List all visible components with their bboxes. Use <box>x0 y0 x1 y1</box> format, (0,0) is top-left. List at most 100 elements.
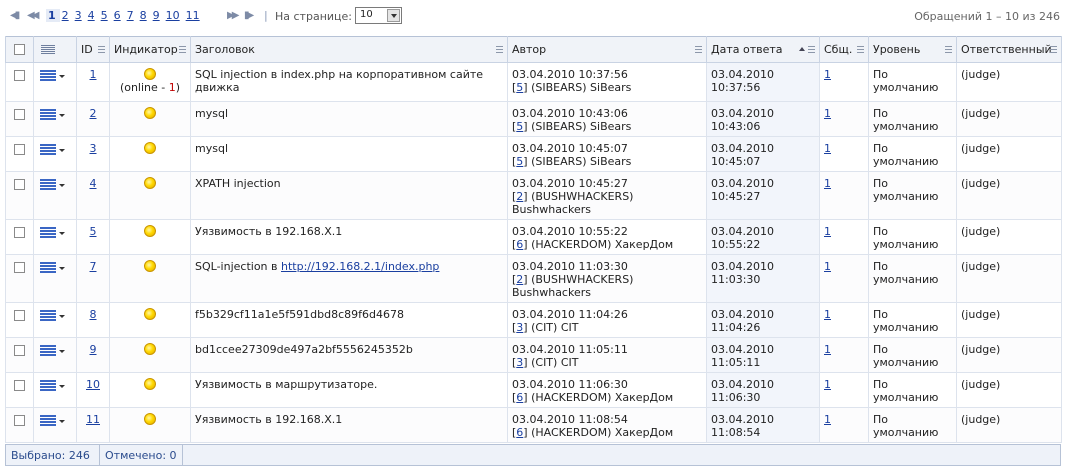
page-link-8[interactable]: 8 <box>138 9 151 22</box>
ticket-id-link[interactable]: 3 <box>90 142 97 155</box>
row-checkbox[interactable] <box>14 227 25 238</box>
row-menu-icon[interactable] <box>40 226 66 239</box>
row-checkbox[interactable] <box>14 70 25 81</box>
messages-count-link[interactable]: 1 <box>824 68 831 81</box>
reply-date: 03.04.2010 <box>711 177 774 190</box>
column-header-messages[interactable]: Сбщ. <box>819 36 869 63</box>
first-page-icon[interactable]: ◀▮ <box>10 10 20 21</box>
ticket-id-link[interactable]: 1 <box>90 68 97 81</box>
column-header-responsible[interactable]: Ответственный <box>956 36 1062 63</box>
table-row[interactable]: 8 f5b329cf11a1e5f591dbd8c89f6d4678 03.04… <box>5 302 1062 338</box>
row-checkbox[interactable] <box>14 262 25 273</box>
column-menu-icon[interactable] <box>98 46 105 53</box>
table-row[interactable]: 3 mysql 03.04.2010 10:45:07 [5] (SIBEARS)… <box>5 136 1062 172</box>
team-id-link[interactable]: 3 <box>516 321 523 334</box>
team-id-link[interactable]: 5 <box>516 120 523 133</box>
page-link-3[interactable]: 3 <box>73 9 86 22</box>
column-header-author[interactable]: Автор <box>507 36 707 63</box>
row-menu-icon[interactable] <box>40 414 66 427</box>
ticket-id-link[interactable]: 2 <box>90 107 97 120</box>
title-link[interactable]: http://192.168.2.1/index.php <box>281 260 439 273</box>
team-id-link[interactable]: 2 <box>516 273 523 286</box>
table-row[interactable]: 2 mysql 03.04.2010 10:43:06 [5] (SIBEARS)… <box>5 101 1062 137</box>
row-checkbox[interactable] <box>14 415 25 426</box>
column-menu-icon[interactable] <box>857 46 864 53</box>
page-link-10[interactable]: 10 <box>164 9 184 22</box>
ticket-id-link[interactable]: 8 <box>90 308 97 321</box>
team-id-link[interactable]: 6 <box>516 426 523 439</box>
row-menu-icon[interactable] <box>40 143 66 156</box>
table-row[interactable]: 5 Уязвимость в 192.168.X.1 03.04.2010 10… <box>5 219 1062 255</box>
row-checkbox[interactable] <box>14 345 25 356</box>
ticket-id-link[interactable]: 4 <box>90 177 97 190</box>
messages-count-link[interactable]: 1 <box>824 343 831 356</box>
messages-count-link[interactable]: 1 <box>824 378 831 391</box>
messages-count-link[interactable]: 1 <box>824 177 831 190</box>
select-all-checkbox[interactable] <box>14 43 25 55</box>
row-menu-icon[interactable] <box>40 69 66 82</box>
messages-count-link[interactable]: 1 <box>824 225 831 238</box>
team-name: (CIT) CIT <box>531 356 579 369</box>
row-menu-icon[interactable] <box>40 309 66 322</box>
row-checkbox[interactable] <box>14 380 25 391</box>
column-menu-icon[interactable] <box>1050 46 1057 53</box>
messages-count-link[interactable]: 1 <box>824 142 831 155</box>
per-page-select[interactable]: 10 <box>355 7 402 24</box>
columns-menu-icon[interactable] <box>41 44 55 54</box>
page-link-9[interactable]: 9 <box>151 9 164 22</box>
messages-count-link[interactable]: 1 <box>824 308 831 321</box>
page-link-4[interactable]: 4 <box>86 9 99 22</box>
table-row[interactable]: 1 (online - 1) SQL injection в index.php… <box>5 62 1062 102</box>
level-value: По умолчанию <box>873 177 939 203</box>
next-page-icon[interactable]: ▶▶ <box>227 10 240 21</box>
row-menu-icon[interactable] <box>40 108 66 121</box>
row-checkbox[interactable] <box>14 310 25 321</box>
ticket-id-link[interactable]: 9 <box>90 343 97 356</box>
team-id-link[interactable]: 6 <box>516 238 523 251</box>
table-row[interactable]: 11 Уязвимость в 192.168.X.1 03.04.2010 1… <box>5 407 1062 443</box>
row-checkbox[interactable] <box>14 144 25 155</box>
column-menu-icon[interactable] <box>945 46 952 53</box>
ticket-id-link[interactable]: 11 <box>86 413 100 426</box>
ticket-id-link[interactable]: 10 <box>86 378 100 391</box>
column-header-indicator[interactable]: Индикатор <box>109 36 191 63</box>
column-menu-icon[interactable] <box>808 46 815 53</box>
prev-page-icon[interactable]: ◀◀ <box>27 10 40 21</box>
row-menu-icon[interactable] <box>40 261 66 274</box>
column-menu-icon[interactable] <box>496 46 503 53</box>
row-menu-icon[interactable] <box>40 344 66 357</box>
messages-count-link[interactable]: 1 <box>824 107 831 120</box>
last-page-icon[interactable]: ▮▶ <box>244 10 254 21</box>
page-link-1[interactable]: 1 <box>46 9 60 22</box>
row-checkbox[interactable] <box>14 179 25 190</box>
team-id-link[interactable]: 6 <box>516 391 523 404</box>
table-row[interactable]: 9 bd1ccee27309de497a2bf5556245352b 03.04… <box>5 337 1062 373</box>
table-row[interactable]: 4 XPATH injection 03.04.2010 10:45:27 [2]… <box>5 171 1062 220</box>
status-footer: Выбрано: 246 Отмечено: 0 <box>5 444 1061 466</box>
page-link-7[interactable]: 7 <box>125 9 138 22</box>
column-header-id[interactable]: ID <box>76 36 110 63</box>
table-row[interactable]: 7 SQL-injection в http://192.168.2.1/ind… <box>5 254 1062 303</box>
table-row[interactable]: 10 Уязвимость в маршрутизаторе. 03.04.20… <box>5 372 1062 408</box>
column-menu-icon[interactable] <box>695 46 702 53</box>
page-link-11[interactable]: 11 <box>184 9 204 22</box>
ticket-title: mysql <box>195 107 228 120</box>
page-link-6[interactable]: 6 <box>112 9 125 22</box>
column-menu-icon[interactable] <box>179 46 186 53</box>
ticket-id-link[interactable]: 7 <box>90 260 97 273</box>
column-header-reply-date[interactable]: Дата ответа <box>706 36 820 63</box>
messages-count-link[interactable]: 1 <box>824 260 831 273</box>
team-id-link[interactable]: 3 <box>516 356 523 369</box>
page-link-2[interactable]: 2 <box>60 9 73 22</box>
team-id-link[interactable]: 5 <box>516 81 523 94</box>
page-link-5[interactable]: 5 <box>99 9 112 22</box>
team-id-link[interactable]: 5 <box>516 155 523 168</box>
row-checkbox[interactable] <box>14 109 25 120</box>
row-menu-icon[interactable] <box>40 178 66 191</box>
team-id-link[interactable]: 2 <box>516 190 523 203</box>
column-header-level[interactable]: Уровень <box>868 36 957 63</box>
ticket-id-link[interactable]: 5 <box>90 225 97 238</box>
messages-count-link[interactable]: 1 <box>824 413 831 426</box>
column-header-title[interactable]: Заголовок <box>190 36 508 63</box>
row-menu-icon[interactable] <box>40 379 66 392</box>
